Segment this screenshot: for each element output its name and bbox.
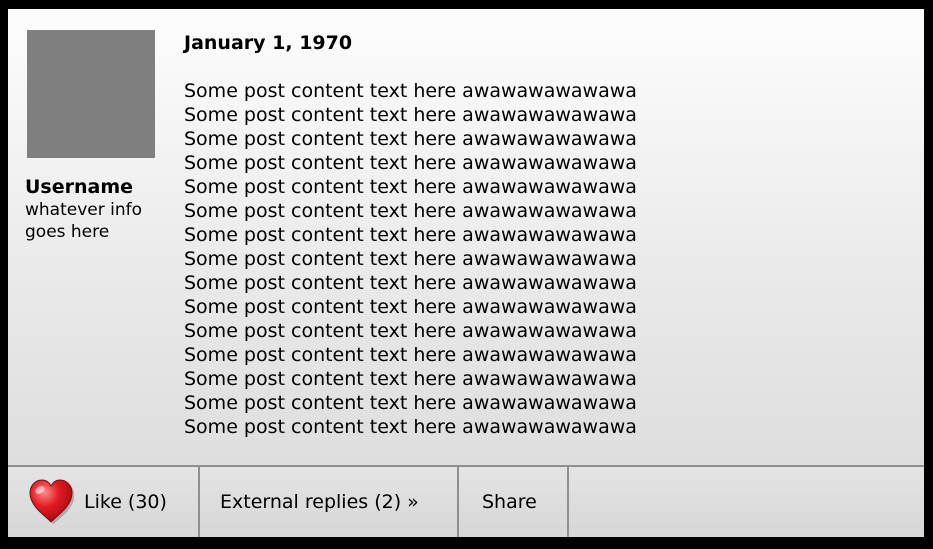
post-line: Some post content text here awawawawawaw… xyxy=(184,200,637,222)
post-line: Some post content text here awawawawawaw… xyxy=(184,248,637,270)
post-line: Some post content text here awawawawawaw… xyxy=(184,416,637,438)
post-line: Some post content text here awawawawawaw… xyxy=(184,272,637,294)
heart-icon[interactable] xyxy=(28,479,75,525)
post-line: Some post content text here awawawawawaw… xyxy=(184,80,637,102)
post-line: Some post content text here awawawawawaw… xyxy=(184,368,637,390)
share-label: Share xyxy=(482,491,537,513)
post-line: Some post content text here awawawawawaw… xyxy=(184,392,637,414)
post-line: Some post content text here awawawawawaw… xyxy=(184,344,637,366)
action-bar: Like (30) External replies (2) » Share xyxy=(8,465,924,537)
post-card: Username whatever info goes here January… xyxy=(8,9,924,537)
share-button[interactable]: Share xyxy=(459,467,569,537)
like-label: Like (30) xyxy=(84,491,167,513)
post-body: Some post content text here awawawawawaw… xyxy=(184,79,904,439)
post-line: Some post content text here awawawawawaw… xyxy=(184,296,637,318)
post-line: Some post content text here awawawawawaw… xyxy=(184,152,637,174)
username[interactable]: Username xyxy=(25,176,133,198)
post-line: Some post content text here awawawawawaw… xyxy=(184,320,637,342)
post-line: Some post content text here awawawawawaw… xyxy=(184,104,637,126)
avatar[interactable] xyxy=(27,30,155,158)
post-line: Some post content text here awawawawawaw… xyxy=(184,224,637,246)
post-line: Some post content text here awawawawawaw… xyxy=(184,176,637,198)
external-replies-button[interactable]: External replies (2) » xyxy=(200,467,459,537)
post-date: January 1, 1970 xyxy=(184,32,353,54)
user-info: whatever info goes here xyxy=(25,200,143,242)
external-replies-label: External replies (2) » xyxy=(220,491,419,513)
post-line: Some post content text here awawawawawaw… xyxy=(184,128,637,150)
like-button[interactable]: Like (30) xyxy=(8,467,200,537)
